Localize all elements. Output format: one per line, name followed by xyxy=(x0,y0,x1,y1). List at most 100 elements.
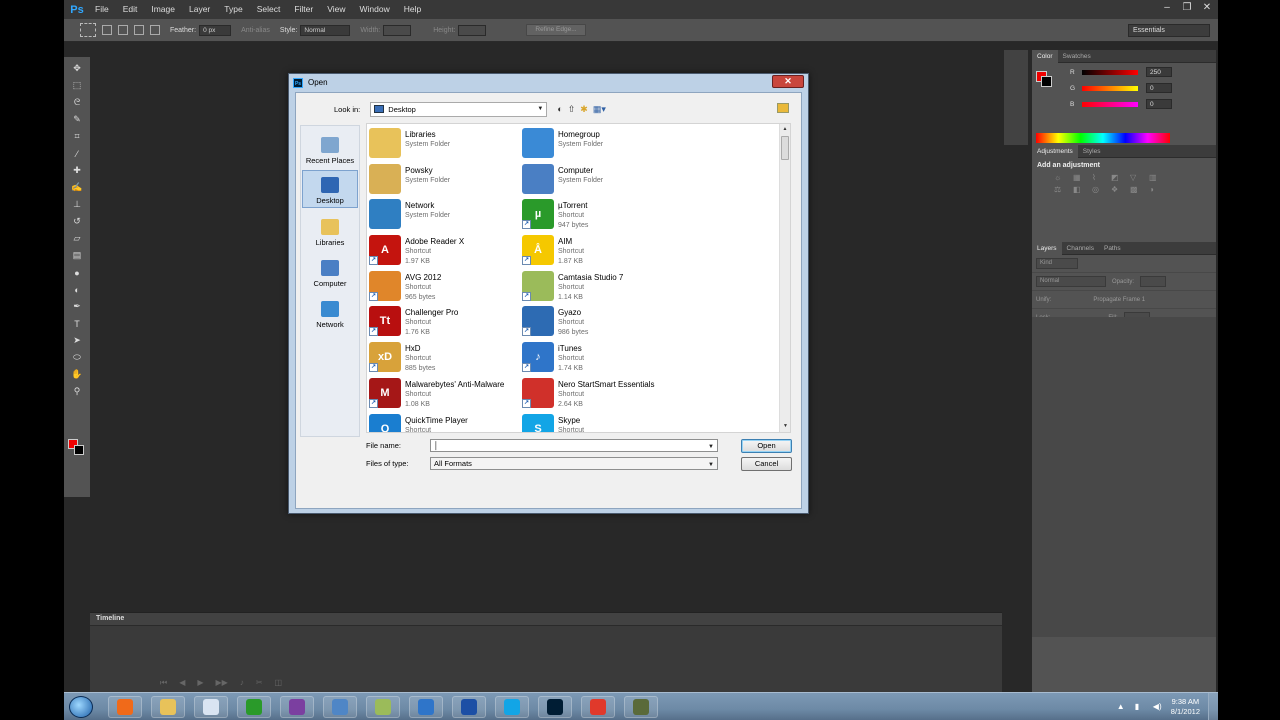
file-item[interactable]: µ ↗ µTorrent Shortcut 947 bytes xyxy=(522,197,675,233)
blue-value-input[interactable]: 0 xyxy=(1146,99,1172,109)
pen-tool-icon[interactable]: ✒ xyxy=(71,301,83,312)
brush-tool-icon[interactable]: ✍ xyxy=(71,182,83,193)
file-item[interactable]: ↗ Camtasia Studio 7 Shortcut 1.14 KB xyxy=(522,269,675,305)
intersect-selection-icon[interactable] xyxy=(150,25,160,35)
new-folder-icon[interactable]: ✱ xyxy=(580,104,588,115)
zoom-tool-icon[interactable]: ⚲ xyxy=(71,386,83,397)
vibrance-icon[interactable]: ▽ xyxy=(1130,173,1146,182)
shape-tool-icon[interactable]: ⬭ xyxy=(71,352,83,363)
place-network[interactable]: Network xyxy=(302,293,358,331)
play-icon[interactable]: ▶ xyxy=(197,678,203,688)
menu-edit[interactable]: Edit xyxy=(116,0,145,19)
hand-tool-icon[interactable]: ✋ xyxy=(71,369,83,380)
curves-icon[interactable]: ⌇ xyxy=(1092,173,1108,182)
move-tool-icon[interactable]: ✥ xyxy=(71,63,83,74)
file-item[interactable]: Tt ↗ Challenger Pro Shortcut 1.76 KB xyxy=(369,304,522,340)
look-in-select[interactable]: Desktop ▼ xyxy=(370,101,548,117)
taskbar-app-button[interactable] xyxy=(581,696,615,718)
feather-input[interactable]: 0 px xyxy=(199,24,232,36)
healing-tool-icon[interactable]: ✚ xyxy=(71,165,83,176)
file-item[interactable]: ↗ Nero StartSmart Essentials Shortcut 2.64 … xyxy=(522,376,675,412)
dodge-tool-icon[interactable]: ◐ xyxy=(71,284,83,295)
green-slider[interactable] xyxy=(1082,85,1138,91)
taskbar-app-button[interactable] xyxy=(409,696,443,718)
file-item[interactable]: ↗ AVG 2012 Shortcut 965 bytes xyxy=(369,269,522,305)
transition-icon[interactable]: ◫ xyxy=(275,678,283,688)
view-menu-icon[interactable]: ▦▾ xyxy=(593,104,606,115)
up-folder-icon[interactable]: ⇧ xyxy=(568,104,576,115)
photo-filter-icon[interactable]: ◎ xyxy=(1092,185,1108,194)
antialias-checkbox[interactable]: Anti-alias xyxy=(241,27,270,34)
stamp-tool-icon[interactable]: ⊥ xyxy=(71,199,83,210)
width-input[interactable] xyxy=(383,24,412,36)
file-item[interactable]: Computer System Folder xyxy=(522,162,675,198)
menu-help[interactable]: Help xyxy=(397,0,428,19)
files-of-type-select[interactable]: All Formats ▼ xyxy=(430,457,718,470)
taskbar-app-button[interactable] xyxy=(452,696,486,718)
subtract-selection-icon[interactable] xyxy=(134,25,144,35)
propagate-frame-checkbox[interactable]: Propagate Frame 1 xyxy=(1093,297,1145,303)
back-icon[interactable]: ◐ xyxy=(557,104,562,115)
folder-up-icon[interactable] xyxy=(777,103,789,113)
menu-layer[interactable]: Layer xyxy=(182,0,217,19)
taskbar-app-button[interactable] xyxy=(366,696,400,718)
tray-arrow-icon[interactable]: ▲ xyxy=(1117,702,1127,712)
blend-mode-select[interactable]: Normal xyxy=(1036,276,1106,287)
blue-slider[interactable] xyxy=(1082,101,1138,107)
restore-icon[interactable]: ❐ xyxy=(1180,2,1194,14)
workspace-select[interactable]: Essentials xyxy=(1128,24,1210,37)
menu-type[interactable]: Type xyxy=(217,0,249,19)
refine-edge-button[interactable]: Refine Edge... xyxy=(526,24,586,36)
rectangular-marquee-icon[interactable] xyxy=(80,23,96,37)
file-item[interactable]: Libraries System Folder xyxy=(369,126,522,162)
tab-adjustments[interactable]: Adjustments xyxy=(1032,144,1078,158)
taskbar-app-button[interactable] xyxy=(495,696,529,718)
scroll-down-icon[interactable]: ▼ xyxy=(780,421,790,432)
menu-window[interactable]: Window xyxy=(352,0,396,19)
network-tray-icon[interactable]: ▮ xyxy=(1135,702,1145,712)
file-item[interactable]: M ↗ Malwarebytes' Anti-Malware Shortcut 1.08… xyxy=(369,376,522,412)
dialog-close-button[interactable]: ✕ xyxy=(772,75,804,88)
tab-styles[interactable]: Styles xyxy=(1078,145,1106,158)
color-balance-icon[interactable]: ⚖ xyxy=(1054,185,1070,194)
tab-channels[interactable]: Channels xyxy=(1062,242,1099,255)
layer-kind-filter[interactable]: Kind xyxy=(1036,258,1078,269)
crop-tool-icon[interactable]: ⌗ xyxy=(71,131,83,142)
taskbar-app-button[interactable] xyxy=(323,696,357,718)
quick-select-tool-icon[interactable]: ✎ xyxy=(71,114,83,125)
tab-layers[interactable]: Layers xyxy=(1032,241,1062,255)
path-select-tool-icon[interactable]: ➤ xyxy=(71,335,83,346)
type-tool-icon[interactable]: T xyxy=(71,318,83,329)
timeline-tab[interactable]: Timeline xyxy=(90,613,1002,626)
hue-saturation-icon[interactable]: ▥ xyxy=(1149,173,1165,182)
history-brush-tool-icon[interactable]: ↺ xyxy=(71,216,83,227)
file-item[interactable]: A ↗ Adobe Reader X Shortcut 1.97 KB xyxy=(369,233,522,269)
close-icon[interactable]: ✕ xyxy=(1200,2,1214,14)
scroll-up-icon[interactable]: ▲ xyxy=(780,124,790,135)
taskbar-app-button[interactable] xyxy=(538,696,572,718)
marquee-tool-icon[interactable]: ⬚ xyxy=(71,80,83,91)
file-item[interactable]: Å ↗ AIM Shortcut 1.87 KB xyxy=(522,233,675,269)
taskbar-app-button[interactable] xyxy=(151,696,185,718)
place-desktop[interactable]: Desktop xyxy=(302,170,358,208)
file-item[interactable]: Q↗QuickTime PlayerShortcut xyxy=(369,412,522,432)
new-selection-icon[interactable] xyxy=(102,25,112,35)
gradient-tool-icon[interactable]: ▤ xyxy=(71,250,83,261)
height-input[interactable] xyxy=(458,24,487,36)
green-value-input[interactable]: 0 xyxy=(1146,83,1172,93)
taskbar-app-button[interactable] xyxy=(237,696,271,718)
red-slider[interactable] xyxy=(1082,69,1138,75)
menu-file[interactable]: File xyxy=(88,0,116,19)
background-color-swatch[interactable] xyxy=(74,445,84,455)
tab-color[interactable]: Color xyxy=(1032,49,1058,63)
menu-filter[interactable]: Filter xyxy=(287,0,320,19)
open-button[interactable]: Open xyxy=(741,439,792,453)
tab-paths[interactable]: Paths xyxy=(1099,242,1126,255)
levels-icon[interactable]: ▦ xyxy=(1073,173,1089,182)
place-libraries[interactable]: Libraries xyxy=(302,211,358,249)
taskbar-app-button[interactable] xyxy=(108,696,142,718)
color-lookup-icon[interactable]: ▩ xyxy=(1130,185,1146,194)
file-item[interactable]: Network System Folder xyxy=(369,197,522,233)
taskbar-app-button[interactable] xyxy=(194,696,228,718)
first-frame-icon[interactable]: ⏮ xyxy=(160,678,167,688)
